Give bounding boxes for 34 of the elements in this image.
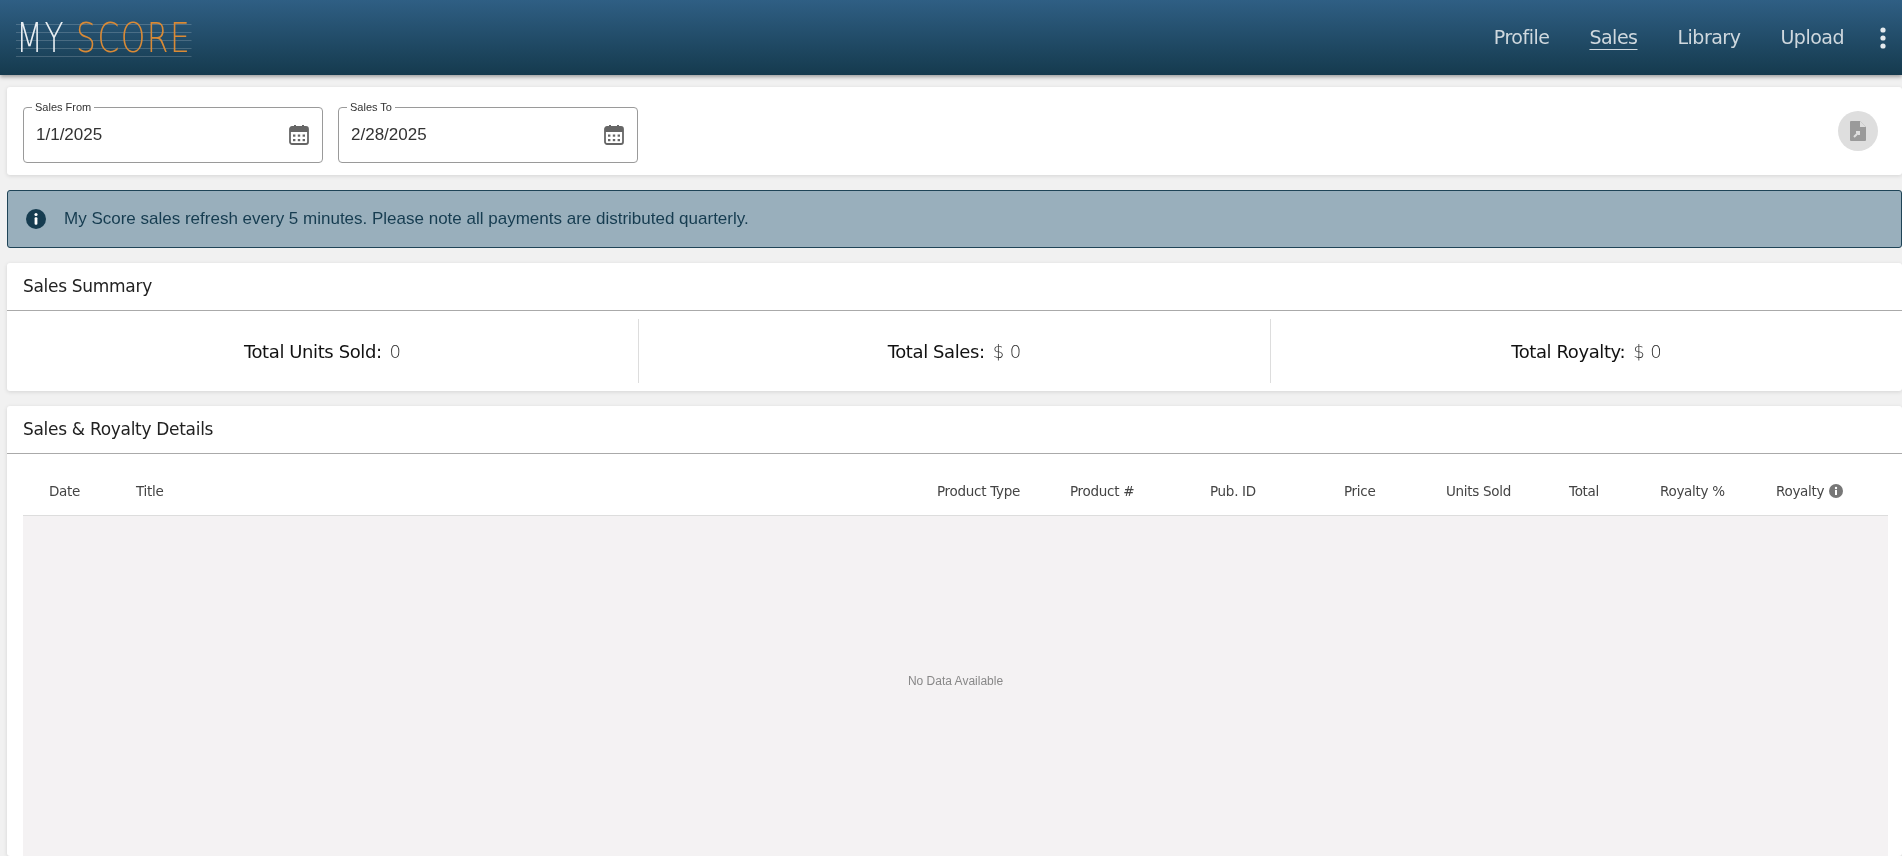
column-header[interactable]: Total xyxy=(1569,481,1600,502)
summary-label: Total Sales: xyxy=(887,339,985,364)
nav-link[interactable]: Profile xyxy=(1473,19,1570,56)
calendar-icon[interactable] xyxy=(288,124,310,146)
nav-link[interactable]: Sales xyxy=(1569,19,1658,56)
column-header[interactable]: Product Type xyxy=(937,481,1020,502)
field-value: 2/28/2025 xyxy=(351,124,428,147)
summary-value: 0 xyxy=(389,339,402,364)
summary-label: Total Royalty: xyxy=(1511,339,1626,364)
column-header[interactable]: Pub. ID xyxy=(1210,481,1256,502)
field-label: Sales From xyxy=(32,100,95,114)
info-icon[interactable] xyxy=(1829,484,1844,499)
export-file-icon xyxy=(1850,121,1866,141)
summary-label: Total Units Sold: xyxy=(243,339,382,364)
column-header[interactable]: Units Sold xyxy=(1446,481,1511,502)
card-title: Sales & Royalty Details xyxy=(7,406,1902,454)
column-header[interactable]: Royalty % xyxy=(1660,481,1725,502)
nav-link[interactable]: Upload xyxy=(1760,19,1864,56)
field-value: 1/1/2025 xyxy=(36,124,104,147)
column-header[interactable]: Date xyxy=(49,481,81,502)
card-title: Sales Summary xyxy=(7,263,1902,311)
column-header[interactable]: Product # xyxy=(1070,481,1135,502)
info-icon xyxy=(26,209,46,229)
summary-value: $ 0 xyxy=(1633,339,1662,364)
summary-value: $ 0 xyxy=(992,339,1022,364)
more-menu-icon[interactable] xyxy=(1878,26,1888,49)
alert-message: My Score sales refresh every 5 minutes. Please note all payments are distributed quarterly. xyxy=(64,208,749,231)
column-header[interactable]: Price xyxy=(1344,481,1376,502)
calendar-icon[interactable] xyxy=(603,124,625,146)
empty-message: No Data Available xyxy=(907,673,1004,690)
column-header[interactable]: Title xyxy=(136,481,164,502)
column-header[interactable]: Royalty xyxy=(1776,481,1844,502)
nav-link[interactable]: Library xyxy=(1657,19,1761,56)
field-label: Sales To xyxy=(347,100,395,114)
